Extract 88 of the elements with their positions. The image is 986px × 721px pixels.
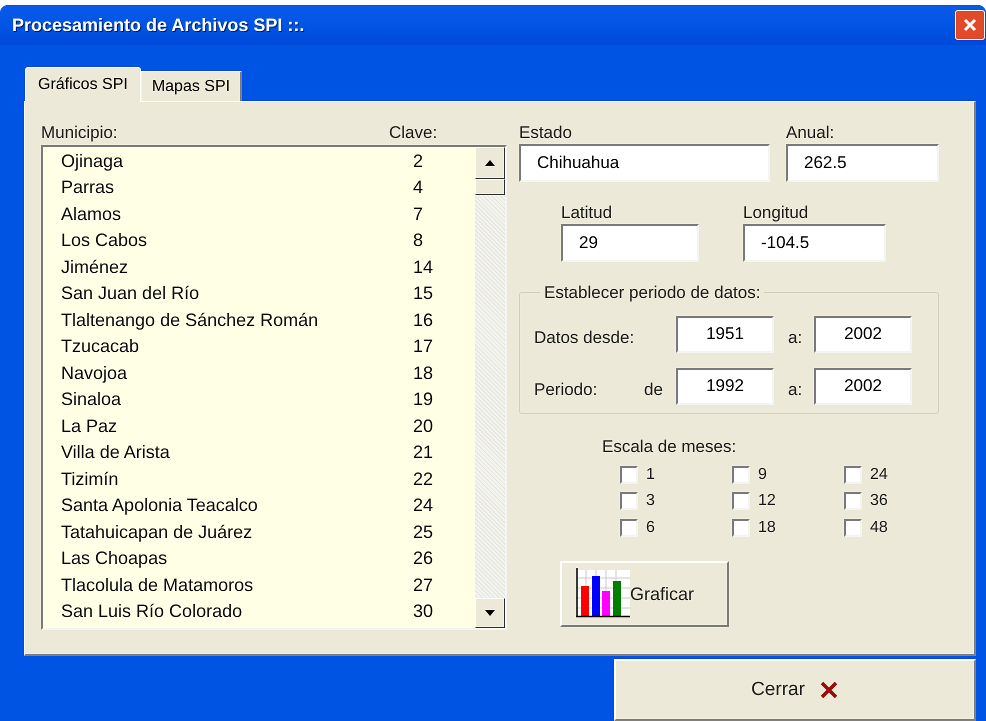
- list-item[interactable]: Alamos: [61, 200, 413, 228]
- checkbox[interactable]: [732, 518, 750, 537]
- up-arrow-icon: [485, 160, 495, 166]
- close-icon: [818, 681, 839, 699]
- list-item-code: 7: [413, 202, 424, 226]
- municipality-list[interactable]: [41, 145, 507, 630]
- field-label: Longitud: [743, 202, 810, 224]
- list-item-code: 18: [413, 362, 434, 385]
- list-item-code: 30: [413, 600, 434, 624]
- field-label: a:: [788, 379, 804, 402]
- window-title: Procesamiento de Archivos SPI ::.: [12, 14, 304, 36]
- checkbox-label: 36: [870, 491, 888, 512]
- start-year-field[interactable]: 1951: [676, 316, 774, 352]
- list-item-code: 21: [413, 441, 434, 464]
- field-label: a:: [788, 327, 804, 350]
- list-item-code: 2: [413, 150, 424, 173]
- longitude-field[interactable]: -104.5: [743, 224, 886, 262]
- list-item-code: 22: [413, 468, 434, 491]
- checkbox-label: 9: [758, 464, 767, 485]
- tab[interactable]: Gráficos SPI: [25, 67, 141, 102]
- list-item-code: 8: [413, 229, 424, 252]
- list-item-code: 14: [413, 256, 434, 279]
- group-title: Establecer periodo de datos:: [543, 282, 762, 304]
- field-label: Periodo:: [534, 379, 598, 402]
- list-item-code: 4: [413, 176, 424, 200]
- list-item-code: 25: [413, 520, 434, 544]
- list-item[interactable]: Tatahuicapan de Juárez: [61, 518, 413, 546]
- checkbox-label: 24: [870, 464, 888, 485]
- close-dialog-button[interactable]: Cerrar: [614, 659, 976, 721]
- list-item[interactable]: Tizimín: [61, 466, 413, 493]
- checkbox-label: 3: [646, 491, 655, 512]
- list-item[interactable]: Parras: [61, 174, 413, 202]
- field-label: de: [644, 379, 664, 402]
- checkbox[interactable]: [844, 492, 862, 510]
- checkbox[interactable]: [620, 492, 638, 510]
- field-label: Latitud: [561, 202, 614, 224]
- list-item-code: 20: [413, 414, 434, 438]
- list-item[interactable]: Tlacolula de Matamoros: [61, 572, 413, 599]
- list-item[interactable]: Santa Apolonia Teacalco: [61, 492, 413, 520]
- checkbox-label: 1: [646, 464, 655, 485]
- list-item-code: 26: [413, 547, 434, 570]
- list-item-code: 16: [413, 308, 434, 332]
- checkbox-label: 12: [758, 491, 776, 512]
- tab[interactable]: Mapas SPI: [140, 71, 242, 101]
- list-item[interactable]: Villa de Arista: [61, 439, 413, 466]
- section-label: Escala de meses:: [602, 436, 738, 458]
- list-item[interactable]: La Paz: [61, 412, 413, 440]
- checkbox[interactable]: [732, 492, 750, 510]
- graph-button[interactable]: Graficar: [560, 561, 729, 627]
- checkbox-label: 48: [870, 518, 888, 538]
- annual-field[interactable]: 262.5: [786, 144, 939, 182]
- list-item[interactable]: San Juan del Río: [61, 280, 413, 308]
- down-arrow-icon: [485, 610, 495, 616]
- checkbox[interactable]: [844, 518, 862, 537]
- list-item[interactable]: Sinaloa: [61, 386, 413, 414]
- list-item[interactable]: Tlaltenango de Sánchez Román: [61, 306, 413, 334]
- list-item[interactable]: Las Choapas: [61, 545, 413, 572]
- end-year-field[interactable]: 2002: [814, 316, 912, 352]
- list-item[interactable]: Navojoa: [61, 360, 413, 387]
- list-item-code: 24: [413, 494, 434, 518]
- scrollbar[interactable]: [475, 147, 505, 628]
- list-item-code: 15: [413, 282, 434, 306]
- list-item[interactable]: Los Cabos: [61, 227, 413, 254]
- list-item[interactable]: Ojinaga: [61, 148, 413, 175]
- list-item[interactable]: Tzucacab: [61, 333, 413, 360]
- latitude-field[interactable]: 29: [561, 224, 699, 262]
- close-button[interactable]: [955, 10, 985, 40]
- checkbox-label: 6: [646, 518, 655, 538]
- list-item-code: 17: [413, 335, 434, 358]
- close-icon: [962, 17, 978, 33]
- list-item-code: 19: [413, 388, 434, 412]
- checkbox[interactable]: [620, 518, 638, 537]
- end-year-field[interactable]: 2002: [814, 368, 912, 404]
- scroll-thumb[interactable]: [475, 179, 505, 195]
- field-label: Estado: [519, 122, 573, 144]
- list-item[interactable]: Jiménez: [61, 254, 413, 281]
- checkbox[interactable]: [732, 466, 750, 484]
- checkbox[interactable]: [620, 466, 638, 484]
- start-year-field[interactable]: 1992: [676, 368, 774, 404]
- field-label: Datos desde:: [534, 327, 636, 350]
- checkbox-label: 18: [758, 518, 776, 538]
- list-item-code: 27: [413, 574, 434, 597]
- field-label: Anual:: [786, 122, 836, 144]
- column-header: Municipio:: [41, 122, 119, 140]
- checkbox[interactable]: [844, 466, 862, 484]
- state-field[interactable]: Chihuahua: [519, 144, 770, 182]
- list-item[interactable]: San Luis Río Colorado: [61, 598, 413, 626]
- column-header: Clave:: [389, 122, 438, 140]
